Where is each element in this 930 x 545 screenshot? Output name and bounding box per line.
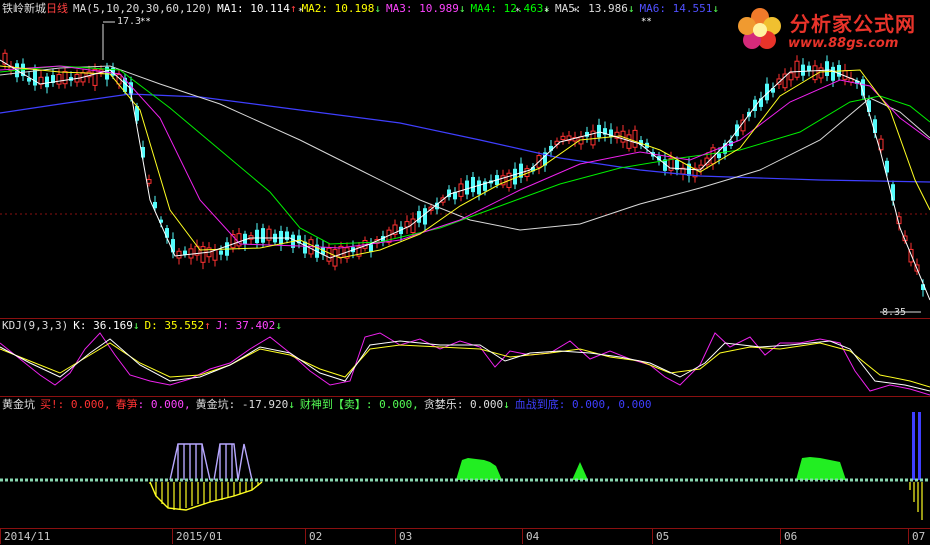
candle-body [92,68,98,86]
candle-body [471,176,475,193]
indicator-chart[interactable] [0,396,930,528]
candle-body [740,119,746,132]
x-axis: 2014/11 2015/01 02 03 04 05 06 07 [0,528,930,545]
candle-body [825,61,829,76]
ma3-line [0,65,930,249]
candle-body [807,65,811,71]
candle-body [818,67,824,79]
candle-body [248,235,254,240]
ma6-line [0,93,930,183]
x-tick-04: 04 [522,529,539,544]
candle-body [255,229,259,244]
candlestick-chart[interactable]: ** * * * * ** [0,0,930,318]
candle-body [465,180,469,195]
candle-body [632,129,638,148]
candle-body [560,135,566,141]
svg-text:*: * [544,7,549,17]
low-price-label: 8.35 [882,307,907,318]
x-tick-2014-11: 2014/11 [0,529,50,544]
candle-body [891,184,895,201]
candle-body [417,211,421,223]
svg-text:**: ** [641,17,652,27]
candle-body [285,231,289,241]
candle-body [794,60,800,78]
candle-body [45,76,49,88]
x-tick-07: 07 [908,529,925,544]
candle-body [717,153,721,159]
svg-text:*: * [298,7,303,17]
candle-body [219,250,223,255]
fortune-bars [456,457,846,480]
svg-text:*: * [573,7,578,17]
candle-body [146,179,152,184]
candle-body [176,250,182,259]
candle-body [801,64,805,76]
candle-body [369,244,373,253]
pit-bars [149,481,923,520]
candle-body [303,241,307,254]
kdj-chart[interactable] [0,319,930,397]
svg-text:*: * [515,7,520,17]
x-tick-02: 02 [305,529,322,544]
candle-body [812,65,818,81]
candle-body [477,180,481,195]
candle-body [188,248,194,259]
x-tick-2015-01: 2015/01 [172,529,222,544]
candle-body [873,119,877,134]
x-tick-03: 03 [395,529,412,544]
x-tick-06: 06 [780,529,797,544]
ma5-line [0,65,930,231]
candle-body [597,124,601,138]
candle-body [266,228,272,241]
candle-body [332,249,338,267]
pit-outline [149,481,263,511]
x-tick-05: 05 [652,529,669,544]
candle-body [410,218,416,234]
candle-body [788,72,794,81]
high-price-label: 17.3 [117,16,142,27]
candle-body [62,71,68,85]
candle-body [183,250,187,255]
candle-body [56,74,62,85]
candle-body [326,247,332,262]
candle-body [513,168,517,185]
blood-bars [912,412,921,480]
candle-body [831,66,835,81]
candle-body [404,221,410,228]
candle-body [200,246,206,263]
candle-body [261,228,265,243]
candle-body [165,228,169,238]
svg-text:**: ** [140,17,151,27]
kdj-k-line [0,338,930,392]
spring-bars [169,443,253,481]
candle-body [423,208,427,225]
